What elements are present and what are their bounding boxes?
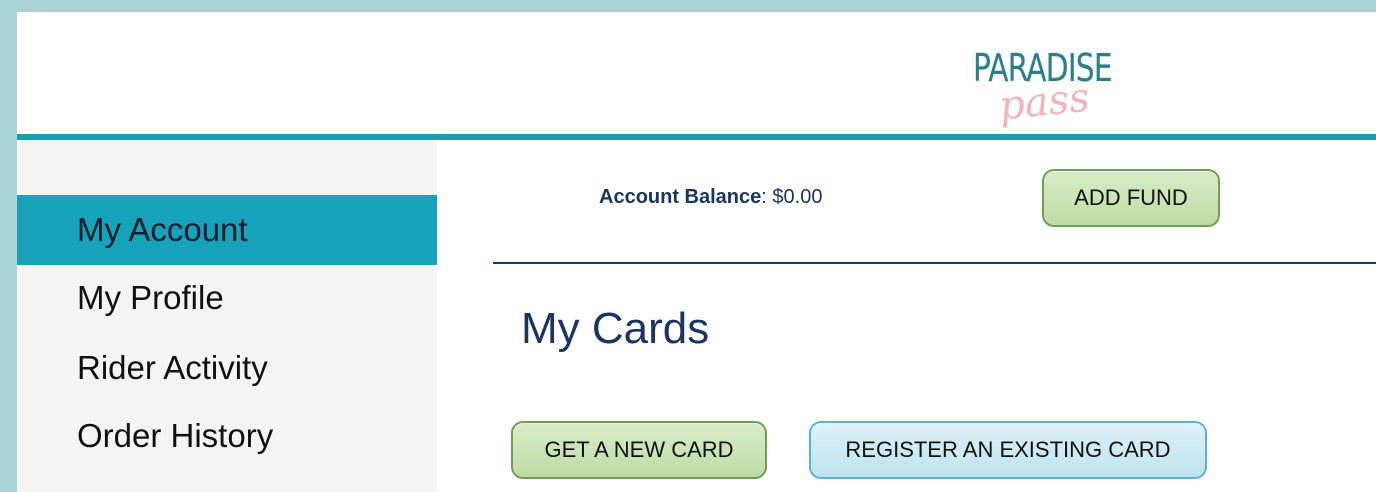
site-header: PARADISE pass (17, 12, 1376, 132)
sidebar-item-label: Rider Activity (77, 349, 268, 386)
register-existing-card-button[interactable]: REGISTER AN EXISTING CARD (809, 421, 1207, 479)
sidebar-item-label: My Profile (77, 279, 224, 316)
balance-value: $0.00 (772, 186, 823, 208)
app-frame: PARADISE pass My Account My Profile Ride… (17, 10, 1376, 492)
sidebar-item-label: My Account (77, 211, 248, 248)
logo-script: pass (996, 74, 1092, 130)
sidebar: My Account My Profile Rider Activity Ord… (17, 140, 437, 492)
add-fund-button[interactable]: ADD FUND (1042, 169, 1220, 227)
sidebar-item-label: Order History (77, 417, 274, 454)
sidebar-item-my-account[interactable]: My Account (17, 195, 437, 265)
paradise-pass-logo[interactable]: PARADISE pass (973, 48, 1153, 138)
main-content: Account Balance: $0.00 ADD FUND My Cards… (437, 140, 1376, 492)
balance-separator: : (761, 186, 767, 208)
account-balance: Account Balance: $0.00 (599, 186, 822, 209)
get-new-card-button[interactable]: GET A NEW CARD (511, 421, 767, 479)
page-title: My Cards (521, 304, 710, 353)
section-divider (493, 262, 1376, 264)
balance-label: Account Balance (599, 186, 762, 208)
sidebar-item-order-history[interactable]: Order History (17, 401, 437, 471)
sidebar-item-my-profile[interactable]: My Profile (17, 263, 437, 333)
sidebar-item-rider-activity[interactable]: Rider Activity (17, 333, 437, 403)
